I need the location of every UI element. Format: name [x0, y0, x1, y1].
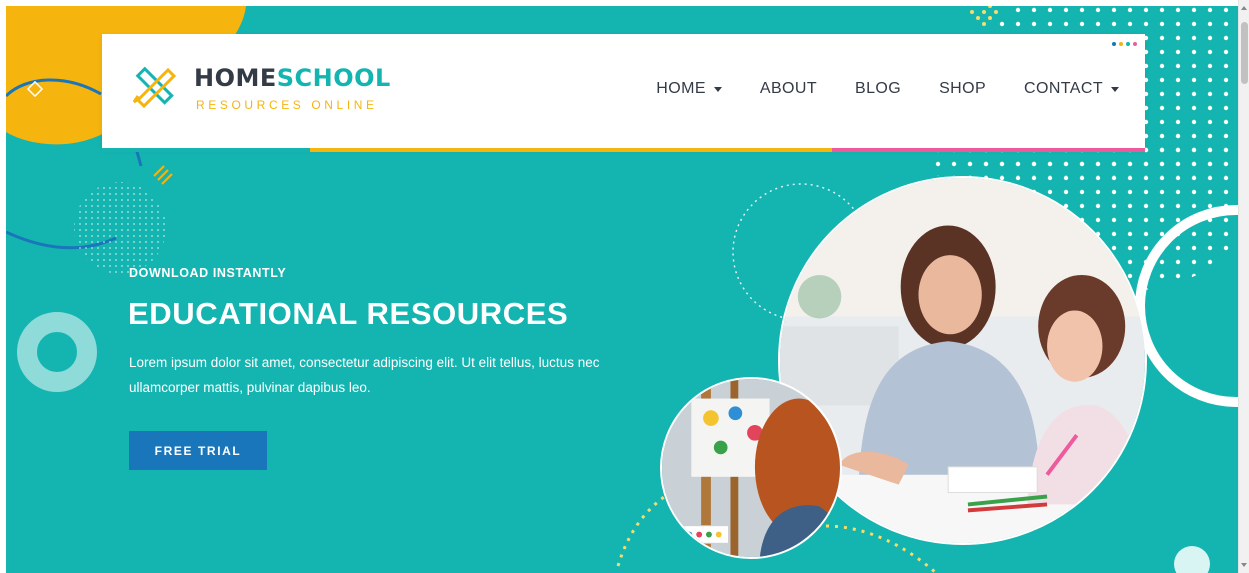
brand-subtitle: RESOURCES ONLINE	[196, 98, 378, 112]
color-dots-decoration	[1112, 42, 1137, 46]
page-scrollbar[interactable]	[1238, 0, 1249, 573]
brand-title-part1: HOME	[194, 64, 277, 92]
pencil-ruler-logo-icon	[132, 66, 177, 109]
nav-item-contact[interactable]: CONTACT	[1024, 80, 1119, 98]
brand-title-part2: SCHOOL	[276, 64, 391, 92]
brand-title[interactable]: HOMESCHOOL	[194, 64, 391, 92]
scroll-down-arrow-icon[interactable]	[1241, 563, 1247, 567]
child-painting-easel-photo	[660, 377, 842, 559]
hero-eyebrow: DOWNLOAD INSTANTLY	[129, 266, 287, 280]
header-stripe-pink	[832, 148, 1145, 152]
nav-item-about[interactable]: ABOUT	[760, 80, 817, 98]
nav-item-label: BLOG	[855, 80, 902, 97]
nav-item-label: SHOP	[939, 80, 987, 97]
scrollbar-thumb[interactable]	[1241, 22, 1248, 84]
caret-down-icon	[1111, 86, 1119, 92]
hero-description: Lorem ipsum dolor sit amet, consectetur …	[129, 355, 600, 395]
site-header: HOMESCHOOL RESOURCES ONLINE HOME ABOUT B…	[102, 34, 1145, 152]
nav-item-label: ABOUT	[759, 80, 818, 97]
header-stripe-yellow	[310, 148, 832, 152]
caret-down-icon	[713, 86, 722, 92]
header-stripe-teal	[102, 148, 310, 152]
nav-item-home[interactable]: HOME	[656, 80, 722, 98]
nav-item-label: CONTACT	[1024, 80, 1103, 97]
nav-item-blog[interactable]: BLOG	[855, 80, 901, 98]
free-trial-button[interactable]: FREE TRIAL	[129, 431, 267, 470]
nav-item-label: HOME	[656, 80, 706, 97]
hero-section: HOMESCHOOL RESOURCES ONLINE HOME ABOUT B…	[6, 6, 1238, 573]
nav-item-shop[interactable]: SHOP	[939, 80, 986, 98]
scroll-up-arrow-icon[interactable]	[1241, 6, 1247, 10]
main-nav: HOME ABOUT BLOG SHOP CONTACT	[656, 80, 1119, 98]
hero-title: EDUCATIONAL RESOURCES	[128, 296, 569, 331]
